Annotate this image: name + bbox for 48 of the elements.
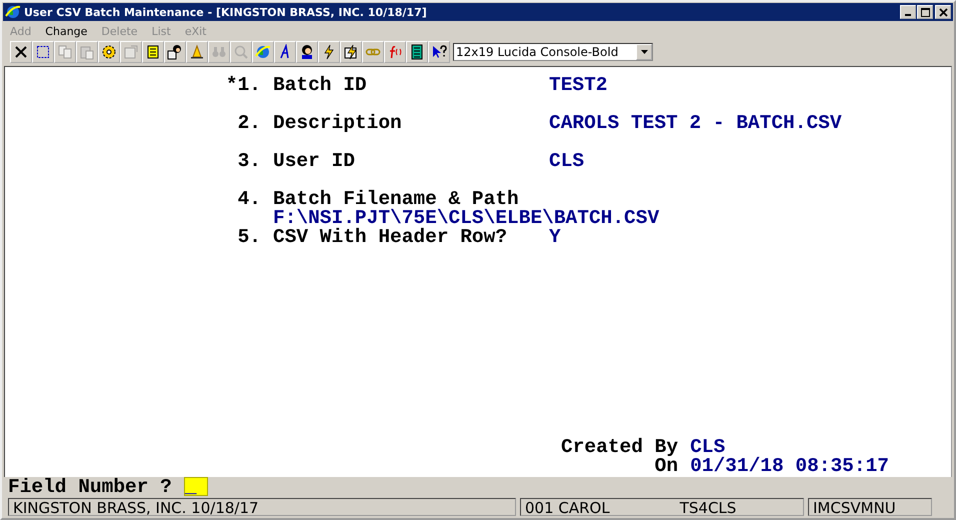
letter-icon[interactable]	[274, 41, 296, 63]
close-icon[interactable]	[10, 41, 32, 63]
status-user: 001 CAROL	[525, 499, 610, 515]
gear-icon[interactable]	[98, 41, 120, 63]
close-icon	[938, 8, 948, 16]
field-value: CLS	[549, 152, 586, 171]
globe-icon	[5, 4, 21, 20]
field-value: TEST2	[549, 76, 609, 95]
minimize-button[interactable]	[900, 5, 916, 19]
field-label: Batch ID	[273, 76, 368, 95]
maximize-button[interactable]	[917, 5, 933, 19]
field-number-input[interactable]: _	[184, 477, 208, 496]
note-icon[interactable]	[142, 41, 164, 63]
close-button[interactable]	[935, 5, 951, 19]
status-company: KINGSTON BRASS, INC. 10/18/17	[8, 498, 516, 516]
field-label: Description	[273, 114, 403, 133]
field-number: 3.	[236, 152, 261, 171]
audit-label: Created By	[561, 438, 678, 457]
field-number: 5.	[236, 228, 261, 247]
field-value: Y	[549, 228, 562, 247]
font-select[interactable]: 12x19 Lucida Console-Bold	[453, 43, 653, 61]
bolt-doc-icon[interactable]	[340, 41, 362, 63]
status-terminal: TS4CLS	[680, 499, 736, 515]
person-icon[interactable]	[296, 41, 318, 63]
globe-icon[interactable]	[252, 41, 274, 63]
calculator-icon[interactable]	[406, 41, 428, 63]
bolt-icon[interactable]	[318, 41, 340, 63]
field-number: *1.	[224, 76, 261, 95]
audit-label: On	[654, 457, 678, 476]
prompt-label: Field Number ?	[8, 476, 172, 498]
field-label: CSV With Header Row?	[273, 228, 508, 247]
audit-value: 01/31/18 08:35:17	[690, 457, 889, 476]
function-icon[interactable]	[384, 41, 406, 63]
field-value: F:\NSI.PJT\75E\CLS\ELBE\BATCH.CSV	[273, 209, 660, 228]
field-value: CAROLS TEST 2 - BATCH.CSV	[549, 114, 843, 133]
window-title: User CSV Batch Maintenance - [KINGSTON BRASS, INC. 10/18/17]	[24, 6, 428, 18]
dropdown-arrow-icon	[640, 50, 648, 54]
status-program: IMCSVMNU	[808, 498, 932, 516]
menu-item[interactable]: Change	[45, 25, 88, 39]
audit-value: CLS	[690, 438, 726, 457]
help-icon[interactable]	[428, 41, 450, 63]
field-label: Batch Filename & Path	[273, 190, 519, 209]
field-label: User ID	[273, 152, 356, 171]
person-doc-icon[interactable]	[164, 41, 186, 63]
select-icon[interactable]	[32, 41, 54, 63]
field-number: 2.	[236, 114, 261, 133]
field-number: 4.	[236, 190, 261, 209]
maximize-icon	[920, 8, 930, 16]
